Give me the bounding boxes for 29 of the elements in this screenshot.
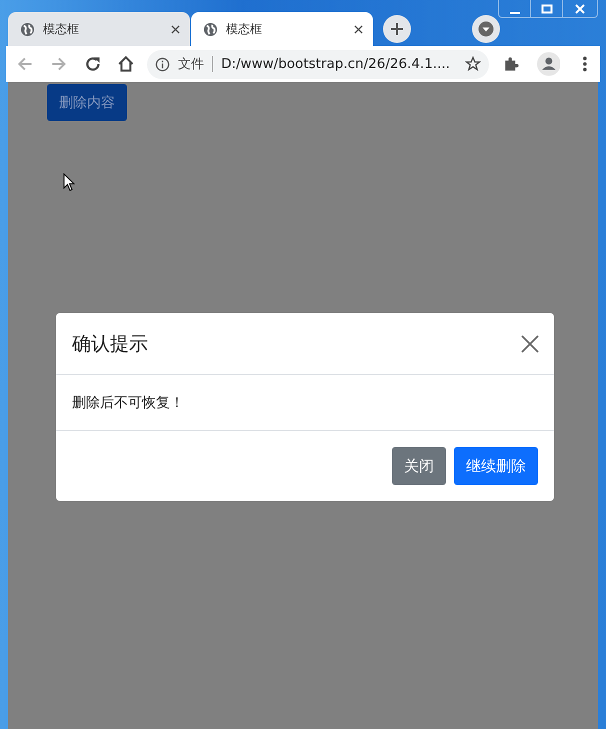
- tab-search-button[interactable]: [472, 15, 500, 43]
- dialog-message: 删除后不可恢复！: [72, 394, 184, 412]
- home-icon[interactable]: [117, 55, 136, 73]
- caret-icon: [478, 21, 494, 37]
- star-icon[interactable]: [464, 56, 481, 72]
- close-icon: [574, 4, 586, 14]
- dialog-title: 确认提示: [72, 332, 148, 356]
- info-icon[interactable]: [155, 56, 170, 72]
- plus-icon: [390, 22, 404, 36]
- reload-icon[interactable]: [84, 55, 102, 73]
- tab-title: 模态框: [226, 20, 263, 38]
- close-button[interactable]: 关闭: [392, 447, 446, 485]
- url-text: D:/www/bootstrap.cn/26/26.4.1....: [221, 56, 451, 72]
- close-icon[interactable]: [521, 334, 539, 352]
- close-icon[interactable]: [171, 24, 180, 34]
- new-tab-button[interactable]: [383, 15, 411, 43]
- mouse-pointer-icon: [63, 173, 75, 192]
- maximize-icon: [540, 4, 552, 14]
- delete-content-button[interactable]: 删除内容: [47, 84, 127, 121]
- browser-tab[interactable]: 模态框: [8, 12, 190, 46]
- minimize-icon: [510, 12, 520, 14]
- profile-icon[interactable]: [536, 52, 560, 76]
- close-icon[interactable]: [354, 24, 363, 34]
- security-label: 文件: [178, 56, 204, 73]
- browser-tab[interactable]: 模态框: [191, 12, 373, 46]
- tab-title: 模态框: [43, 20, 80, 38]
- puzzle-icon[interactable]: [502, 55, 521, 73]
- address-bar[interactable]: 文件 D:/www/bootstrap.cn/26/26.4.1....: [147, 50, 489, 78]
- continue-delete-button[interactable]: 继续删除: [454, 447, 538, 485]
